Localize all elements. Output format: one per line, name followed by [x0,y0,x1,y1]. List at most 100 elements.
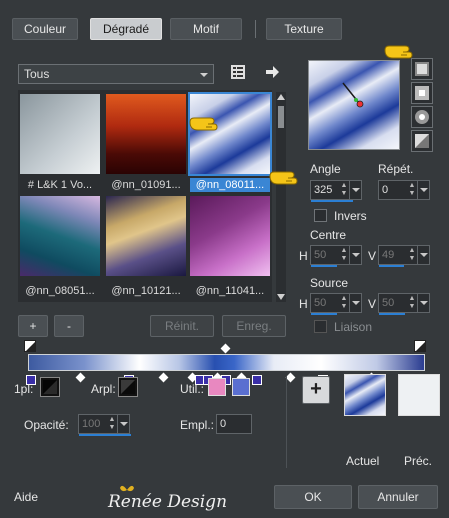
tab-couleur[interactable]: Couleur [12,18,78,40]
help-label[interactable]: Aide [14,490,38,504]
gradient-preview[interactable] [308,60,400,150]
center-v-value: 49 [382,249,395,261]
color-midpoint[interactable] [158,372,169,383]
source-v-input[interactable]: 50 ▲ ▼ [378,293,430,315]
opacity-label: Opacité: [24,418,69,432]
source-v-label: V [368,297,377,311]
previous-gradient-swatch[interactable] [398,374,440,416]
chevron-down-icon[interactable] [349,181,361,199]
panel-divider [286,376,287,468]
use-color-pink-swatch[interactable] [208,378,226,396]
angle-slider-bar[interactable] [311,200,353,202]
spinner-arrows-icon[interactable]: ▲ ▼ [339,247,349,263]
ok-button[interactable]: OK [274,485,352,509]
chevron-down-icon [200,73,208,77]
thumbnail-label: @nn_01091... [111,179,181,191]
opacity-value: 100 [82,418,101,430]
center-v-input[interactable]: 49 ▲ ▼ [378,245,430,267]
source-v-slider-bar[interactable] [379,313,405,315]
source-h-label: H [299,297,308,311]
category-dropdown[interactable]: Tous [18,64,214,84]
chevron-down-icon[interactable] [417,294,429,312]
tab-degrade[interactable]: Dégradé [90,18,162,40]
save-gradient-button[interactable]: Enreg. [222,315,286,337]
angle-value: 325 [314,184,333,196]
angle-label: Angle [310,162,341,176]
thumbnail-label: @nn_08011... [190,178,270,192]
spinner-arrows-icon[interactable]: ▲ ▼ [107,416,117,432]
current-label: Actuel [346,454,380,468]
invert-checkbox[interactable] [314,209,327,222]
add-stop-button[interactable]: + [18,315,48,337]
center-label: Centre [310,228,347,242]
position-value: 0 [220,418,227,430]
spinner-arrows-icon[interactable]: ▲ ▼ [339,295,349,311]
gradient-thumbnail[interactable] [106,196,186,276]
chevron-down-icon[interactable] [117,415,129,433]
add-to-gallery-button[interactable]: + [302,376,330,404]
gradient-thumbnail[interactable] [106,94,186,174]
back-plane-label: Arpl: [91,382,116,396]
repeat-value: 0 [382,184,389,196]
rectangular-style-button[interactable] [411,82,433,104]
color-midpoint[interactable] [75,372,86,383]
use-label: Util.: [180,382,204,396]
previous-label: Préc. [404,454,433,468]
first-plane-label: 1pl: [14,382,34,396]
reset-button[interactable]: Réinit. [150,315,214,337]
angular-style-button[interactable] [411,130,433,152]
link-checkbox[interactable] [314,320,327,333]
spinner-arrows-icon[interactable]: ▲ ▼ [339,182,349,198]
radial-style-button[interactable] [411,106,433,128]
invert-label: Invers [334,209,367,223]
opacity-input[interactable]: 100 ▲ ▼ [78,414,131,436]
gradient-thumbnail[interactable] [20,196,100,276]
angle-input[interactable]: 325 ▲ ▼ [310,180,362,202]
list-view-icon[interactable] [230,64,246,80]
chevron-down-icon[interactable] [349,246,361,264]
opacity-stop-start[interactable] [24,340,36,352]
pointing-hand-icon [268,166,302,188]
position-input[interactable]: 0 [216,414,252,434]
center-v-label: V [368,249,377,263]
center-h-value: 50 [314,249,327,261]
remove-stop-button[interactable]: - [54,315,84,337]
gallery-scrollbar[interactable] [276,92,286,302]
spinner-arrows-icon[interactable]: ▲ ▼ [407,182,417,198]
chevron-down-icon[interactable] [417,181,429,199]
repeat-input[interactable]: 0 ▲ ▼ [378,180,430,200]
source-h-slider-bar[interactable] [311,313,337,315]
angle-handle-icon[interactable] [309,61,401,151]
center-h-label: H [299,249,308,263]
source-h-input[interactable]: 50 ▲ ▼ [310,293,362,315]
spinner-arrows-icon[interactable]: ▲ ▼ [407,295,417,311]
repeat-label: Répét. [378,162,414,176]
chevron-down-icon[interactable] [349,294,361,312]
tab-texture[interactable]: Texture [266,18,342,40]
gradient-thumbnail[interactable] [190,196,270,276]
linear-style-button[interactable] [411,58,433,80]
center-h-input[interactable]: 50 ▲ ▼ [310,245,362,267]
center-v-slider-bar[interactable] [379,265,404,267]
tab-motif[interactable]: Motif [170,18,242,40]
source-v-value: 50 [382,297,395,309]
arrow-right-icon[interactable] [264,64,280,80]
cancel-button[interactable]: Annuler [358,485,438,509]
color-stop[interactable] [252,375,262,385]
gradient-thumbnail[interactable] [20,94,100,174]
current-gradient-swatch[interactable] [344,374,386,416]
back-plane-button[interactable] [118,377,138,397]
spinner-arrows-icon[interactable]: ▲ ▼ [407,247,417,263]
color-midpoint[interactable] [285,372,296,383]
center-h-slider-bar[interactable] [311,265,337,267]
chevron-down-icon[interactable] [417,246,429,264]
thumbnail-label: @nn_11041... [195,285,265,297]
source-h-value: 50 [314,297,327,309]
opacity-stop-end[interactable] [414,340,426,352]
first-plane-button[interactable] [40,377,60,397]
opacity-slider-bar[interactable] [79,434,131,436]
opacity-midpoint[interactable] [220,343,231,354]
gradient-bar[interactable] [28,354,425,371]
use-color-blue-swatch[interactable] [232,378,250,396]
thumbnail-label: @nn_10121... [111,285,181,297]
